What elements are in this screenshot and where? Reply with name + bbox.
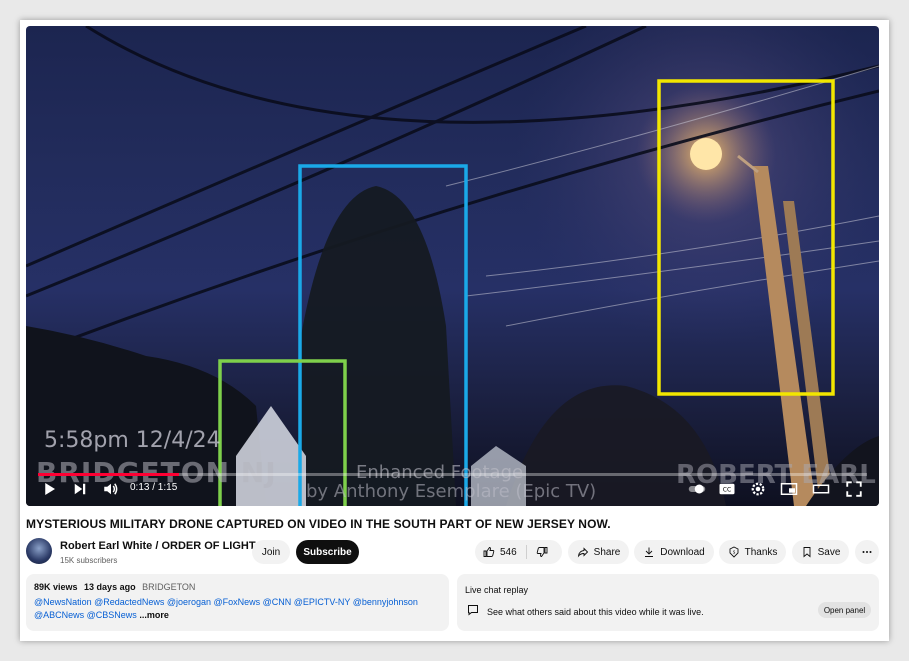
- view-count: 89K views: [34, 582, 78, 592]
- autoplay-icon: [688, 484, 706, 494]
- svg-text:CC: CC: [723, 486, 731, 493]
- like-dislike-group: 546: [475, 540, 562, 564]
- chat-icon: [468, 605, 478, 616]
- miniplayer-icon: [780, 483, 798, 495]
- live-chat-replay-panel: Live chat replay See what others said ab…: [457, 574, 879, 631]
- subscriber-count: 15K subscribers: [60, 556, 118, 565]
- skip-next-icon: [74, 483, 86, 495]
- show-more-link[interactable]: ...more: [139, 610, 169, 620]
- fullscreen-icon: [846, 481, 862, 497]
- chat-description: See what others said about this video wh…: [487, 607, 704, 617]
- theater-icon: [812, 484, 830, 494]
- captions-icon: CC: [719, 483, 735, 495]
- mention-links[interactable]: @NewsNation @RedactedNews @joerogan @Fox…: [34, 597, 418, 620]
- upload-age: 13 days ago: [84, 582, 136, 592]
- more-actions-button[interactable]: [855, 540, 879, 564]
- video-page-card: 5:58pm 12/4/24 BRIDGETON NJ Enhanced Foo…: [20, 20, 889, 641]
- play-icon: [45, 483, 55, 495]
- download-label: Download: [660, 546, 705, 558]
- fullscreen-button[interactable]: [843, 478, 865, 500]
- theater-mode-button[interactable]: [810, 478, 832, 500]
- svg-text:$: $: [732, 550, 735, 556]
- volume-button[interactable]: [100, 478, 122, 500]
- download-icon: [645, 547, 654, 557]
- description-tags: @NewsNation @RedactedNews @joerogan @Fox…: [34, 596, 434, 622]
- time-display: 0:13 / 1:15: [130, 482, 178, 493]
- download-button[interactable]: Download: [634, 540, 714, 564]
- chat-title: Live chat replay: [465, 585, 529, 595]
- volume-icon: [104, 483, 118, 495]
- overlay-timestamp: 5:58pm 12/4/24: [44, 428, 221, 453]
- play-button[interactable]: [38, 478, 60, 500]
- video-title: MYSTERIOUS MILITARY DRONE CAPTURED ON VI…: [26, 517, 611, 531]
- autoplay-toggle[interactable]: [686, 478, 708, 500]
- thanks-label: Thanks: [744, 546, 778, 558]
- captions-button[interactable]: CC: [716, 478, 738, 500]
- share-button[interactable]: Share: [568, 540, 629, 564]
- bookmark-icon: [803, 547, 811, 558]
- player-controls: 0:13 / 1:15 CC: [26, 472, 879, 506]
- next-button[interactable]: [69, 478, 91, 500]
- save-label: Save: [817, 546, 841, 558]
- share-icon: [577, 547, 588, 558]
- description-box[interactable]: 89K views 13 days ago BRIDGETON @NewsNat…: [26, 574, 449, 631]
- thumbs-down-icon[interactable]: [536, 546, 548, 558]
- thanks-icon: $: [729, 546, 739, 558]
- miniplayer-button[interactable]: [778, 478, 800, 500]
- settings-button[interactable]: [747, 478, 769, 500]
- like-count: 546: [500, 546, 517, 558]
- share-label: Share: [593, 546, 621, 558]
- gear-icon: [751, 482, 765, 496]
- join-button[interactable]: Join: [252, 540, 290, 564]
- like-separator: [525, 545, 527, 559]
- video-player[interactable]: 5:58pm 12/4/24 BRIDGETON NJ Enhanced Foo…: [26, 26, 879, 506]
- location-tag[interactable]: BRIDGETON: [142, 582, 195, 592]
- subscribe-button[interactable]: Subscribe: [296, 540, 359, 564]
- save-button[interactable]: Save: [792, 540, 849, 564]
- more-horizontal-icon: [862, 551, 872, 553]
- channel-avatar[interactable]: [26, 538, 52, 564]
- thumbs-up-icon[interactable]: [483, 546, 495, 558]
- description-meta: 89K views 13 days ago BRIDGETON: [34, 582, 441, 592]
- channel-name[interactable]: Robert Earl White / ORDER OF LIGHT: [60, 540, 256, 552]
- open-panel-button[interactable]: Open panel: [818, 602, 871, 618]
- thanks-button[interactable]: $ Thanks: [719, 540, 786, 564]
